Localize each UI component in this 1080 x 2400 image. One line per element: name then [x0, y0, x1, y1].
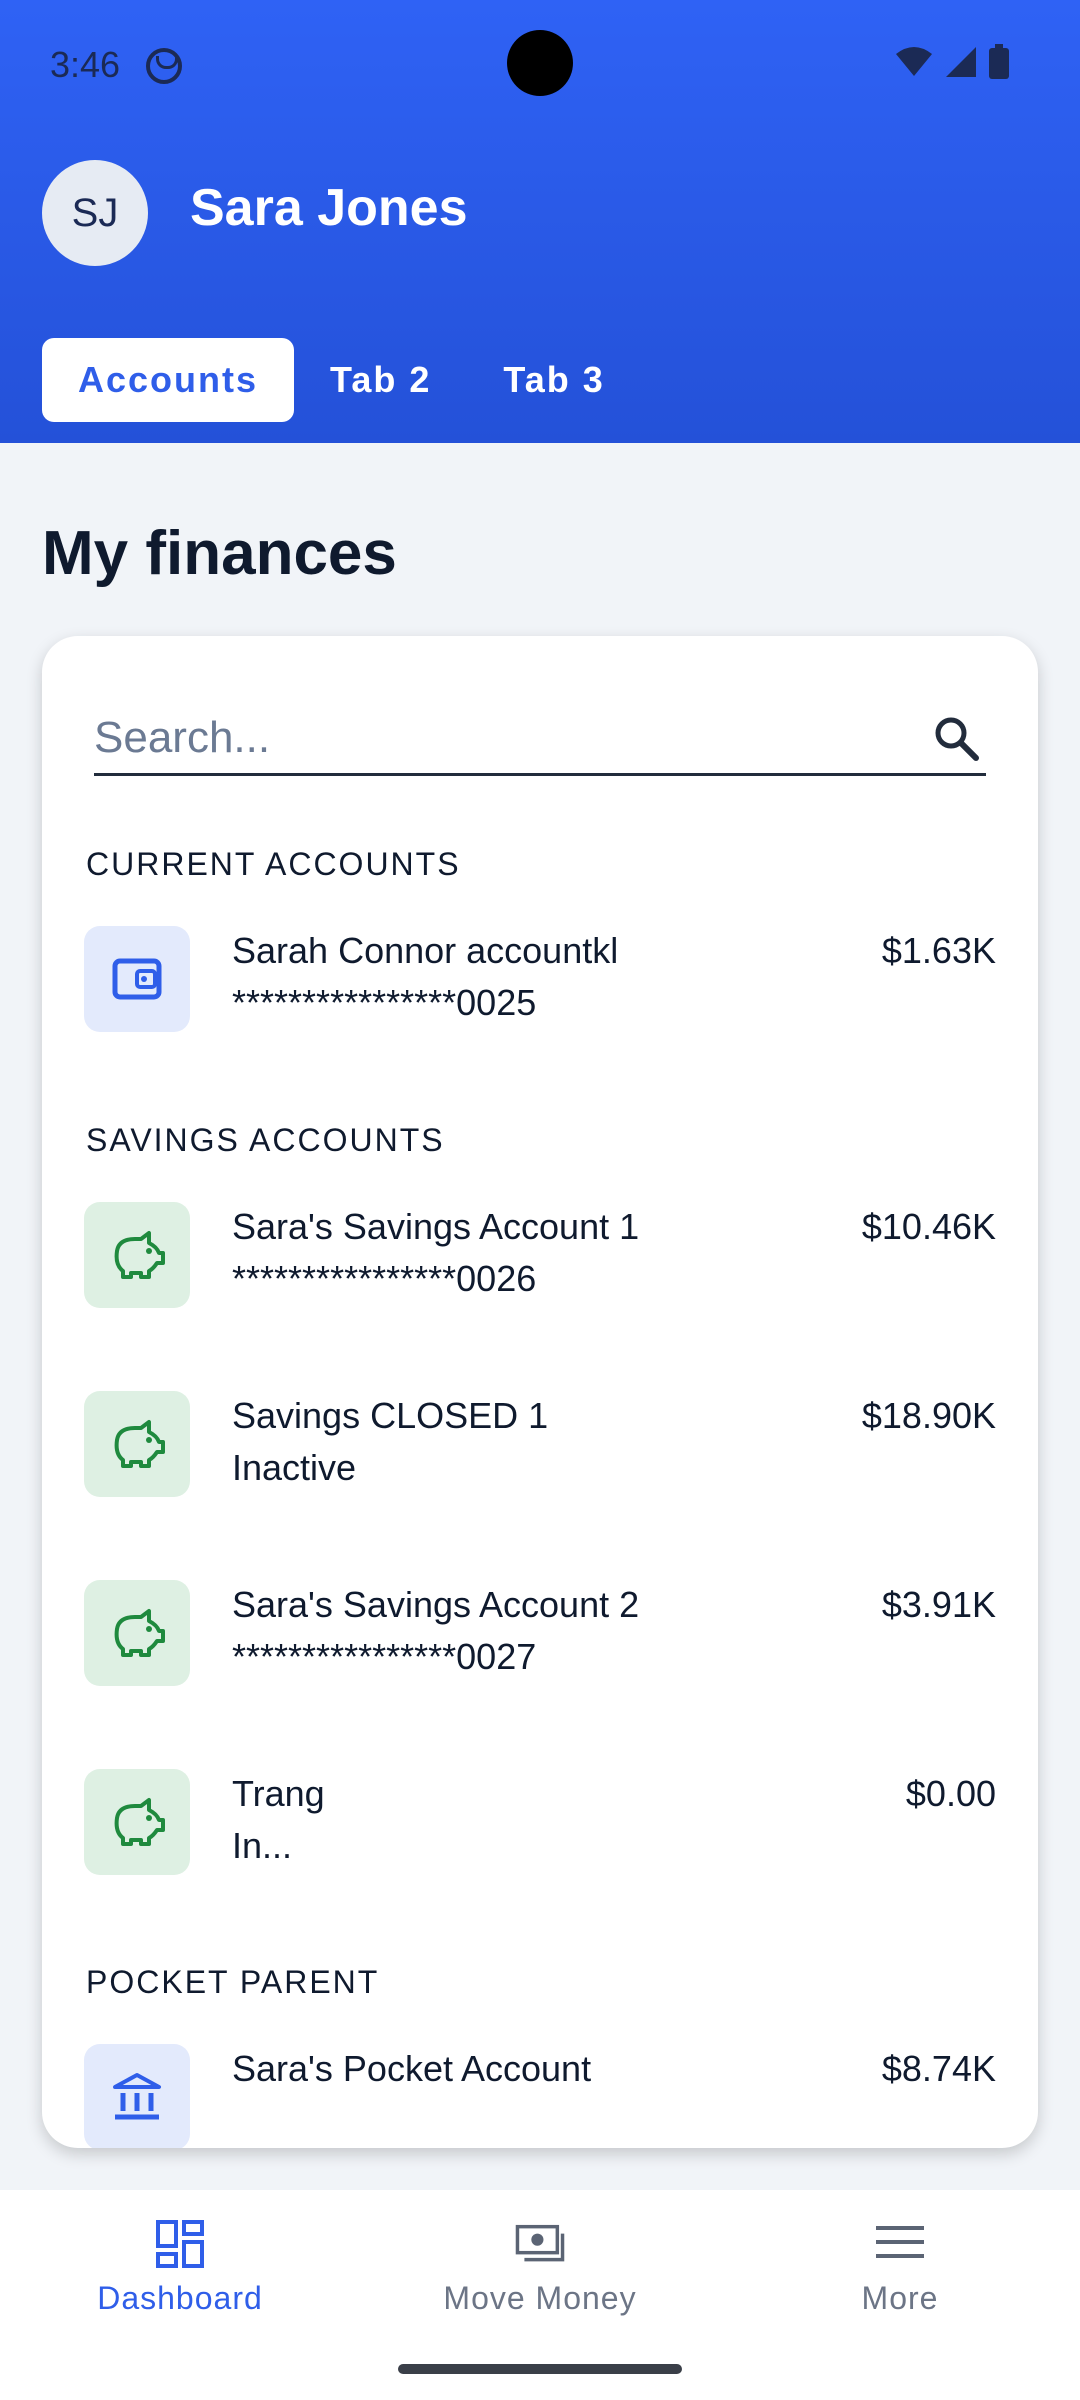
account-balance: $1.63K: [881, 930, 996, 971]
account-status: In...: [232, 1825, 293, 1866]
account-row[interactable]: Sarah Connor accountkl ****************0…: [84, 926, 996, 1036]
nav-dashboard[interactable]: Dashboard: [0, 2218, 360, 2317]
account-icon-wrap: [84, 1580, 190, 1686]
account-row[interactable]: Savings CLOSED 1 Inactive $18.90K: [84, 1391, 996, 1501]
account-icon-wrap: [84, 1202, 190, 1308]
account-status: Inactive: [232, 1447, 357, 1488]
account-name: Sarah Connor accountkl: [232, 930, 619, 971]
tab-3[interactable]: Tab 3: [467, 338, 640, 422]
camera-cutout: [507, 30, 573, 96]
account-number: ****************0025: [232, 982, 537, 1023]
search-icon[interactable]: [932, 714, 980, 762]
nav-label: Dashboard: [97, 2280, 263, 2316]
account-name: Savings CLOSED 1: [232, 1395, 549, 1436]
piggy-bank-icon: [114, 1420, 165, 1468]
search-bar: [94, 704, 986, 776]
account-row[interactable]: Sara's Pocket Account $8.74K: [84, 2044, 996, 2148]
avatar-initials: SJ: [71, 190, 119, 235]
account-balance: $10.46K: [861, 1206, 996, 1247]
account-number: ****************0027: [232, 1636, 537, 1677]
nav-label: More: [861, 2280, 939, 2316]
account-balance: $0.00: [905, 1773, 996, 1814]
piggy-bank-icon: [114, 1798, 165, 1846]
account-row[interactable]: Sara's Savings Account 2 ***************…: [84, 1580, 996, 1690]
accounts-card: CURRENT ACCOUNTS Sarah Connor accountkl …: [42, 636, 1038, 2148]
tab-bar: Accounts Tab 2 Tab 3: [42, 338, 641, 422]
account-icon-wrap: [84, 2044, 190, 2148]
dashboard-icon: [156, 2220, 204, 2268]
nav-move-money[interactable]: Move Money: [360, 2218, 720, 2317]
account-name: Sara's Savings Account 2: [232, 1584, 640, 1625]
status-time: 3:46: [50, 44, 121, 85]
battery-icon: [989, 44, 1009, 79]
status-bar: 3:46: [0, 0, 1080, 130]
account-balance: $18.90K: [861, 1395, 996, 1436]
account-balance: $8.74K: [881, 2048, 996, 2089]
account-name: Sara's Pocket Account: [232, 2048, 592, 2089]
account-icon-wrap: [84, 926, 190, 1032]
group-label-savings: SAVINGS ACCOUNTS: [86, 1122, 445, 1158]
tab-2[interactable]: Tab 2: [294, 338, 467, 422]
page-title: My finances: [42, 519, 397, 588]
bank-icon: [113, 2073, 161, 2120]
account-icon-wrap: [84, 1769, 190, 1875]
signal-icon: [946, 47, 976, 77]
account-name: Trang: [232, 1773, 325, 1814]
piggy-bank-icon: [114, 1231, 165, 1279]
home-indicator[interactable]: [398, 2364, 682, 2374]
nav-more[interactable]: More: [720, 2218, 1080, 2317]
wifi-icon: [896, 47, 932, 76]
account-balance: $3.91K: [881, 1584, 996, 1625]
menu-icon: [876, 2226, 924, 2258]
account-number: ****************0026: [232, 1258, 537, 1299]
header: 3:46 SJ Sara Jones Accounts Tab 2 Tab 3: [0, 0, 1080, 443]
notification-icon: [146, 48, 182, 84]
account-row[interactable]: Trang In... $0.00: [84, 1769, 996, 1879]
account-name: Sara's Savings Account 1: [232, 1206, 640, 1247]
nav-label: Move Money: [443, 2280, 637, 2316]
search-input[interactable]: [94, 704, 914, 772]
group-label-pocket: POCKET PARENT: [86, 1964, 380, 2000]
group-label-current: CURRENT ACCOUNTS: [86, 846, 461, 882]
money-icon: [515, 2224, 565, 2262]
wallet-icon: [112, 958, 162, 1000]
account-icon-wrap: [84, 1391, 190, 1497]
user-name: Sara Jones: [190, 179, 468, 237]
tab-accounts[interactable]: Accounts: [42, 338, 295, 422]
piggy-bank-icon: [114, 1609, 165, 1657]
account-row[interactable]: Sara's Savings Account 1 ***************…: [84, 1202, 996, 1312]
status-icons: [894, 44, 1010, 80]
avatar[interactable]: SJ: [42, 160, 148, 266]
